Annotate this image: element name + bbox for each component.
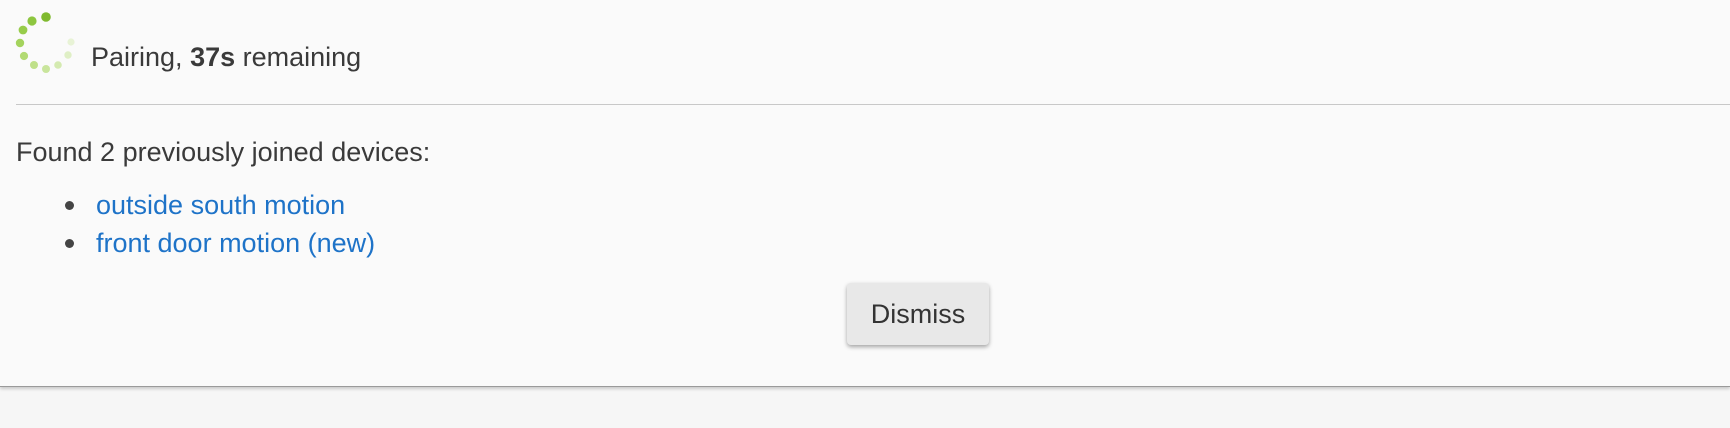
found-devices-heading: Found 2 previously joined devices:: [16, 137, 431, 167]
device-link-front-door-motion[interactable]: front door motion (new): [96, 224, 375, 262]
bullet-icon: [65, 239, 74, 248]
header-divider: [16, 104, 1730, 105]
spinner-dot: [54, 61, 62, 69]
spinner-dot: [30, 61, 38, 69]
spinner-dot: [41, 12, 51, 22]
pairing-header: Pairing, 37s remaining: [0, 0, 1730, 104]
pairing-suffix: remaining: [235, 42, 362, 72]
loading-spinner-icon: [15, 12, 75, 73]
pairing-prefix: Pairing,: [91, 42, 191, 72]
spinner-dot: [42, 65, 50, 73]
spinner-dot: [67, 38, 75, 46]
spinner-dot: [27, 16, 37, 26]
spinner-dot: [19, 51, 29, 61]
spinner-dot: [15, 38, 25, 48]
spinner-dot: [64, 51, 72, 59]
pairing-status: Pairing, 37s remaining: [91, 40, 361, 74]
pairing-card: Pairing, 37s remaining Found 2 previousl…: [0, 0, 1730, 387]
pairing-countdown: 37s: [190, 42, 236, 72]
dismiss-button[interactable]: Dismiss: [847, 283, 989, 345]
device-link-outside-south-motion[interactable]: outside south motion: [96, 186, 345, 224]
bullet-icon: [65, 201, 74, 210]
spinner-dot: [18, 25, 28, 35]
